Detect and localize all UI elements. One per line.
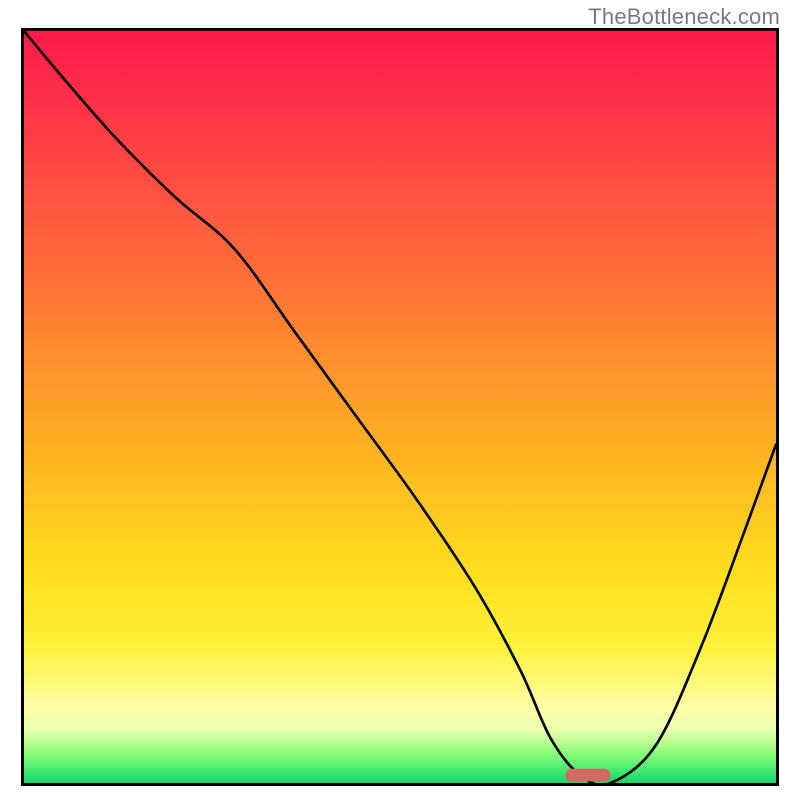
watermark-text: TheBottleneck.com: [588, 4, 780, 30]
optimal-marker: [24, 31, 776, 783]
chart-frame: [21, 28, 779, 786]
optimal-marker-pill: [565, 769, 610, 782]
